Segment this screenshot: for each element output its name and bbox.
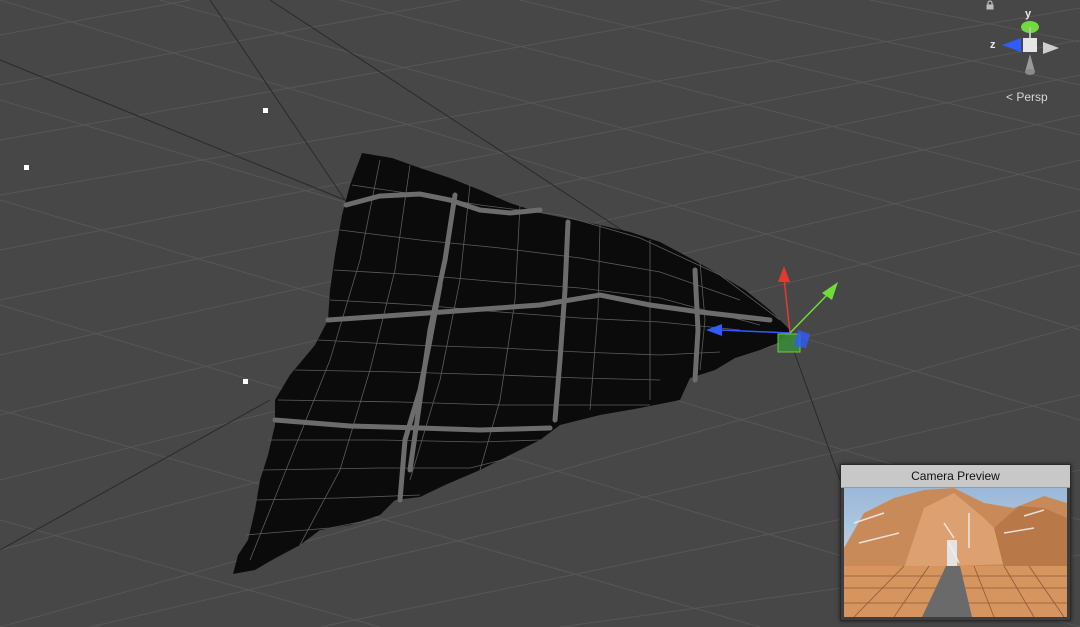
x-cone-icon [1043,42,1059,54]
camera-preview-title: Camera Preview [841,465,1070,488]
frustum-handle[interactable] [243,379,248,384]
persp-toggle[interactable]: < Persp [1006,90,1048,104]
chevron-left-icon: < [1006,90,1014,104]
frustum-handle[interactable] [24,165,29,170]
camera-preview-image [844,488,1067,617]
camera-preview-panel[interactable]: Camera Preview [840,464,1071,621]
z-cone-icon [1002,38,1021,52]
scene-view[interactable]: y z < Persp Camera Preview [0,0,1080,627]
y-axis-label: y [1025,8,1032,20]
y-axis-arrow-red [778,266,790,282]
lock-icon[interactable] [985,0,995,10]
frustum-handle[interactable] [263,108,268,113]
persp-label-text: Persp [1016,90,1048,104]
center-cube-icon [1023,38,1037,52]
z-axis-label: z [990,39,996,51]
